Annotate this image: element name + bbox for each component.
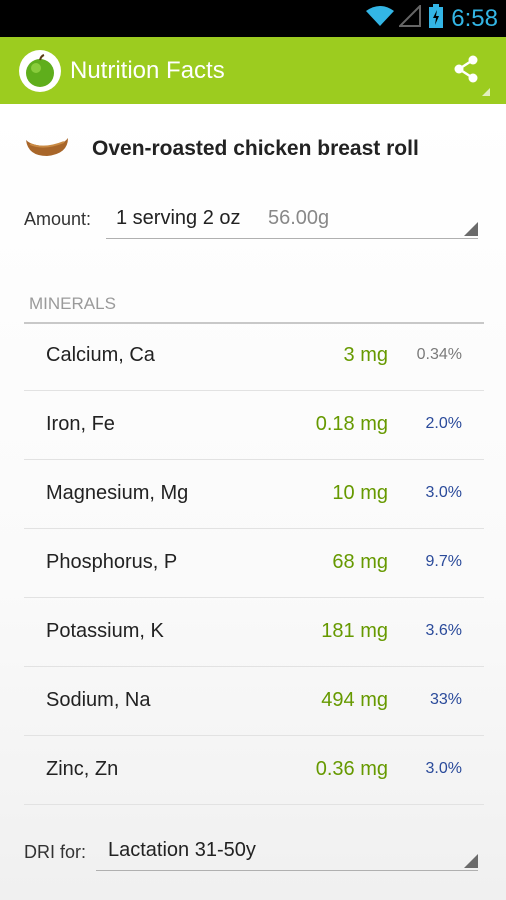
mineral-amount: 3 mg <box>343 344 388 366</box>
app-title: Nutrition Facts <box>70 56 225 84</box>
amount-row: Amount: 1 serving 2 oz 56.00g <box>24 202 484 242</box>
mineral-percent: 3.0% <box>425 484 462 501</box>
section-header-minerals: MINERALS <box>24 290 484 324</box>
dri-row: DRI for: Lactation 31-50y <box>24 834 484 874</box>
dropdown-arrow-icon <box>464 222 478 236</box>
status-time: 6:58 <box>451 4 498 32</box>
dri-label: DRI for: <box>24 842 87 862</box>
wifi-icon <box>365 4 395 33</box>
green-apple-icon[interactable] <box>19 49 61 92</box>
dri-value: Lactation 31-50y <box>108 839 256 861</box>
mineral-amount: 68 mg <box>332 551 388 573</box>
amount-label: Amount: <box>24 209 92 229</box>
mineral-row[interactable]: Potassium, K 181 mg 3.6% <box>24 598 484 667</box>
mineral-percent: 9.7% <box>425 553 462 570</box>
mineral-amount: 181 mg <box>321 620 388 642</box>
mineral-percent: 3.6% <box>425 622 462 639</box>
mineral-row[interactable]: Sodium, Na 494 mg 33% <box>24 667 484 736</box>
dri-spinner[interactable]: Lactation 31-50y <box>96 834 478 871</box>
mineral-percent: 0.34% <box>416 346 462 363</box>
mineral-amount: 0.18 mg <box>315 413 388 435</box>
mineral-row[interactable]: Zinc, Zn 0.36 mg 3.0% <box>24 736 484 805</box>
mineral-list: Calcium, Ca 3 mg 0.34% Iron, Fe 0.18 mg … <box>24 322 484 805</box>
mineral-name: Calcium, Ca <box>46 344 155 366</box>
share-icon <box>451 54 481 89</box>
mineral-amount: 10 mg <box>332 482 388 504</box>
dropdown-arrow-icon <box>464 854 478 868</box>
mineral-name: Iron, Fe <box>46 413 115 435</box>
amount-weight: 56.00g <box>268 207 330 229</box>
overflow-indicator <box>482 88 490 96</box>
mineral-row[interactable]: Iron, Fe 0.18 mg 2.0% <box>24 391 484 460</box>
food-header: Oven-roasted chicken breast roll <box>24 132 419 166</box>
mineral-name: Magnesium, Mg <box>46 482 189 504</box>
chicken-roll-icon <box>24 134 70 165</box>
section-title: MINERALS <box>29 294 116 313</box>
mineral-name: Sodium, Na <box>46 689 151 711</box>
mineral-amount: 494 mg <box>321 689 388 711</box>
mineral-percent: 2.0% <box>425 415 462 432</box>
mineral-row[interactable]: Calcium, Ca 3 mg 0.34% <box>24 322 484 391</box>
status-bar: 6:58 <box>0 0 506 37</box>
mineral-row[interactable]: Magnesium, Mg 10 mg 3.0% <box>24 460 484 529</box>
mineral-percent: 33% <box>429 691 462 708</box>
signal-icon <box>397 3 422 32</box>
mineral-name: Phosphorus, P <box>46 551 178 573</box>
battery-charging-icon <box>429 4 444 33</box>
amount-serving: 1 serving 2 oz <box>116 207 241 229</box>
content-area: Oven-roasted chicken breast roll Amount:… <box>0 104 506 900</box>
share-button[interactable] <box>446 51 486 91</box>
mineral-name: Potassium, K <box>46 620 164 642</box>
amount-spinner[interactable]: 1 serving 2 oz 56.00g <box>106 202 478 239</box>
mineral-amount: 0.36 mg <box>315 758 388 780</box>
action-bar: Nutrition Facts <box>0 37 506 104</box>
food-name: Oven-roasted chicken breast roll <box>92 137 419 160</box>
mineral-name: Zinc, Zn <box>46 758 119 780</box>
mineral-row[interactable]: Phosphorus, P 68 mg 9.7% <box>24 529 484 598</box>
mineral-percent: 3.0% <box>425 760 462 777</box>
